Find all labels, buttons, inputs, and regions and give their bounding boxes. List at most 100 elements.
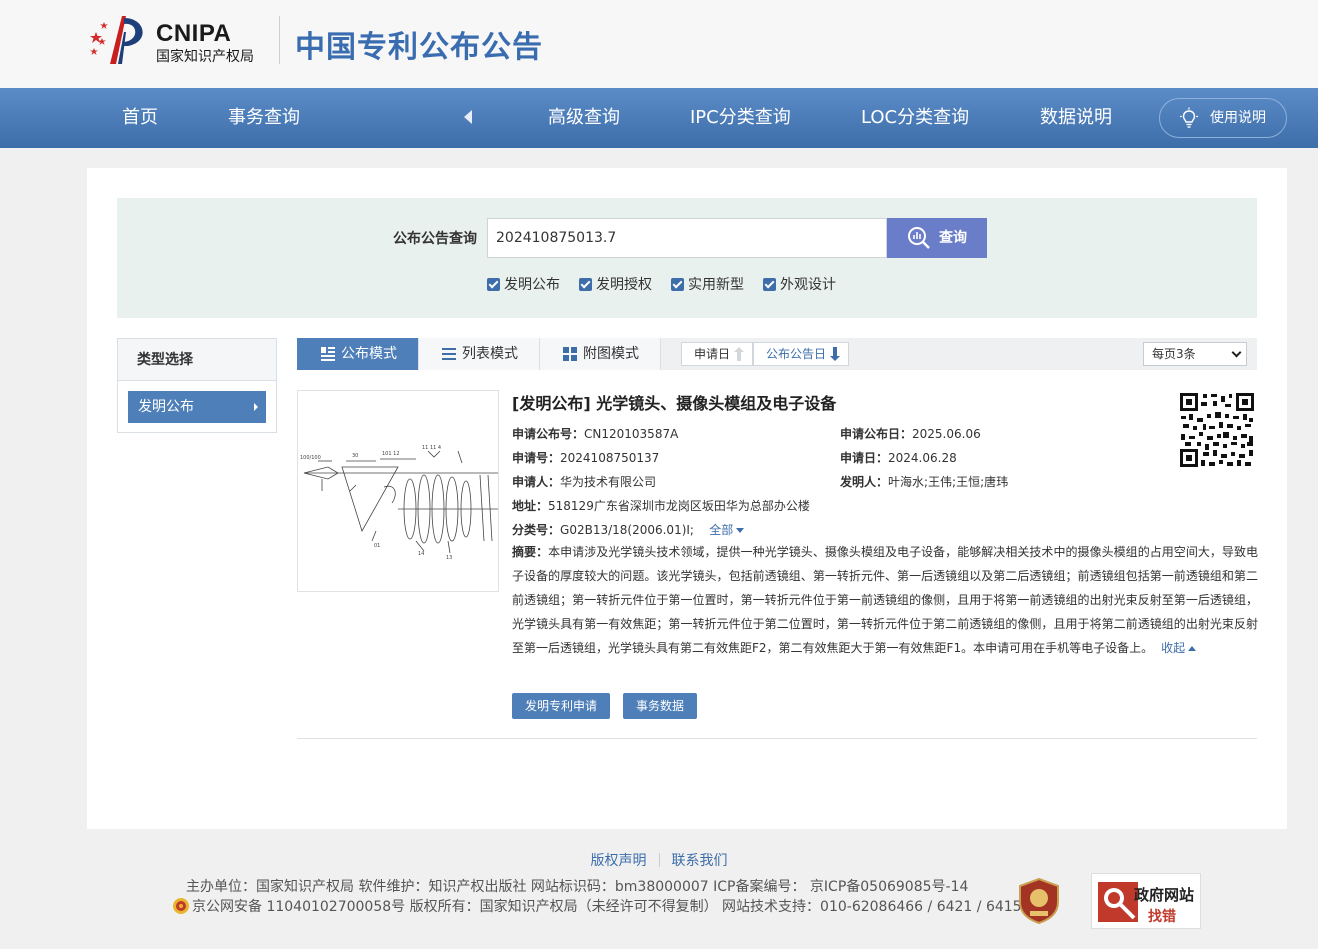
field-publication-number: 申请公布号：CN120103587A	[512, 425, 678, 442]
checkbox-design[interactable]: 外观设计	[763, 274, 836, 294]
checkbox-label: 发明公布	[504, 277, 560, 293]
affairs-data-button[interactable]: 事务数据	[623, 693, 697, 719]
footer-link-contact[interactable]: 联系我们	[672, 853, 728, 869]
chevron-down-icon	[1231, 347, 1242, 358]
field-label: 申请日：	[840, 451, 889, 465]
party-government-badge-icon[interactable]	[1018, 878, 1060, 924]
footer-link-separator	[658, 853, 660, 867]
sort-by-publication-date[interactable]: 公布公告日	[753, 342, 849, 366]
caret-right-icon	[254, 403, 258, 411]
search-input[interactable]: 202410875013.7	[487, 218, 887, 258]
field-value: 2024108750137	[560, 451, 660, 465]
list-icon	[442, 348, 456, 360]
sidebar-title: 类型选择	[118, 339, 276, 381]
checkbox-checked-icon	[579, 278, 592, 291]
sidebar-item-invention-publication[interactable]: 发明公布	[128, 391, 266, 423]
field-application-number: 申请号：2024108750137	[512, 449, 659, 466]
search-box: 公布公告查询 202410875013.7 查询 发明公布 发明授权 实用新型 …	[117, 198, 1257, 318]
checkbox-invention-grant[interactable]: 发明授权	[579, 274, 652, 294]
field-label: 申请号：	[512, 451, 561, 465]
magnifier-icon	[1098, 882, 1138, 922]
sort-by-application-date[interactable]: 申请日	[681, 342, 753, 366]
search-button[interactable]: 查询	[887, 218, 987, 258]
sort-label: 申请日	[694, 347, 731, 361]
caret-down-icon	[736, 528, 745, 533]
sort-label: 公布公告日	[766, 347, 827, 361]
tab-publish-mode[interactable]: 公布模式	[297, 338, 419, 370]
search-chart-icon	[908, 227, 930, 249]
nav-scroll-left-icon[interactable]	[464, 110, 472, 124]
svg-text:01: 01	[374, 543, 380, 549]
svg-text:101 12: 101 12	[382, 451, 400, 457]
field-label: 申请公布日：	[840, 427, 913, 441]
field-label: 申请人：	[512, 475, 561, 489]
svg-text:30: 30	[352, 453, 358, 459]
checkbox-utility-model[interactable]: 实用新型	[671, 274, 744, 294]
footer-link-copyright[interactable]: 版权声明	[591, 853, 647, 869]
svg-text:11 11 4: 11 11 4	[422, 445, 441, 451]
checkbox-checked-icon	[763, 278, 776, 291]
help-button[interactable]: 使用说明	[1159, 98, 1287, 138]
help-button-label: 使用说明	[1210, 110, 1266, 126]
checkbox-label: 实用新型	[688, 277, 744, 293]
lightbulb-icon	[1180, 107, 1198, 128]
nav-affairs-query[interactable]: 事务查询	[228, 88, 300, 148]
tab-label: 列表模式	[462, 346, 518, 362]
checkbox-invention-publication[interactable]: 发明公布	[487, 274, 560, 294]
patent-figure-thumbnail[interactable]: 100/100 30 101 12 11 11 4 01 14 13	[297, 390, 499, 592]
footer-info-line-1: 主办单位：国家知识产权局 软件维护：知识产权出版社 网站标识码：bm380000…	[186, 879, 969, 895]
tab-figure-mode[interactable]: 附图模式	[540, 338, 661, 370]
field-label: 地址：	[512, 499, 549, 513]
optical-lens-drawing-icon: 100/100 30 101 12 11 11 4 01 14 13	[300, 445, 498, 561]
field-label: 摘要：	[512, 545, 549, 559]
svg-text:100/100: 100/100	[300, 455, 321, 461]
logo-en-text: CNIPA	[156, 20, 232, 47]
per-page-select[interactable]: 每页3条	[1143, 342, 1247, 366]
gov-badge-line-2: 找错	[1148, 909, 1176, 925]
police-badge-icon	[173, 898, 189, 914]
gov-website-error-report-badge[interactable]: 政府网站 找错	[1091, 873, 1201, 929]
tab-list-mode[interactable]: 列表模式	[419, 338, 540, 370]
cnipa-logo-mark-icon	[90, 16, 143, 64]
header-divider	[279, 16, 280, 64]
main-panel: 公布公告查询 202410875013.7 查询 发明公布 发明授权 实用新型 …	[87, 168, 1287, 829]
gov-badge-line-1: 政府网站	[1134, 886, 1195, 904]
footer-links: 版权声明 联系我们	[0, 850, 1318, 870]
tab-label: 附图模式	[583, 346, 639, 362]
field-address: 地址：518129广东省深圳市龙岗区坂田华为总部办公楼	[512, 497, 810, 514]
result-divider	[297, 738, 1257, 739]
result-toolbar: 公布模式 列表模式 附图模式 申请日 公布公告日 每页3条	[297, 338, 1257, 370]
show-all-label: 全部	[709, 523, 734, 537]
field-applicant: 申请人：华为技术有限公司	[512, 473, 656, 490]
cnipa-logo[interactable]: CNIPA 国家知识产权局	[88, 14, 278, 66]
per-page-value: 每页3条	[1152, 347, 1196, 361]
site-title: 中国专利公布公告	[295, 30, 543, 65]
show-all-classes-link[interactable]: 全部	[709, 523, 745, 537]
nav-home[interactable]: 首页	[122, 88, 158, 148]
checkbox-checked-icon	[671, 278, 684, 291]
collapse-link[interactable]: 收起	[1161, 641, 1197, 655]
main-nav: 首页 事务查询 高级查询 IPC分类查询 LOC分类查询 数据说明	[0, 88, 1318, 148]
field-abstract: 摘要：本申请涉及光学镜头技术领域，提供一种光学镜头、摄像头模组及电子设备，能够解…	[512, 540, 1258, 660]
arrow-up-icon	[734, 347, 744, 361]
result-title-link[interactable]: [发明公布] 光学镜头、摄像头模组及电子设备	[512, 390, 836, 414]
search-button-label: 查询	[939, 230, 967, 246]
field-label: 发明人：	[840, 475, 889, 489]
nav-data-description[interactable]: 数据说明	[1040, 88, 1112, 148]
nav-ipc-query[interactable]: IPC分类查询	[690, 88, 791, 148]
invention-application-button[interactable]: 发明专利申请	[512, 693, 610, 719]
collapse-label: 收起	[1161, 641, 1186, 655]
field-value: 华为技术有限公司	[560, 475, 657, 489]
abstract-text: 本申请涉及光学镜头技术领域，提供一种光学镜头、摄像头模组及电子设备，能够解决相关…	[512, 545, 1258, 655]
nav-advanced-query[interactable]: 高级查询	[548, 88, 620, 148]
publish-mode-icon	[321, 347, 335, 361]
field-label: 分类号：	[512, 523, 561, 537]
caret-up-icon	[1188, 646, 1197, 651]
svg-text:14: 14	[418, 551, 424, 557]
svg-text:13: 13	[446, 555, 452, 561]
grid-icon	[563, 347, 577, 361]
tab-label: 公布模式	[341, 346, 397, 362]
qr-code-icon	[1179, 392, 1255, 468]
nav-loc-query[interactable]: LOC分类查询	[861, 88, 969, 148]
field-value: 2025.06.06	[912, 427, 981, 441]
